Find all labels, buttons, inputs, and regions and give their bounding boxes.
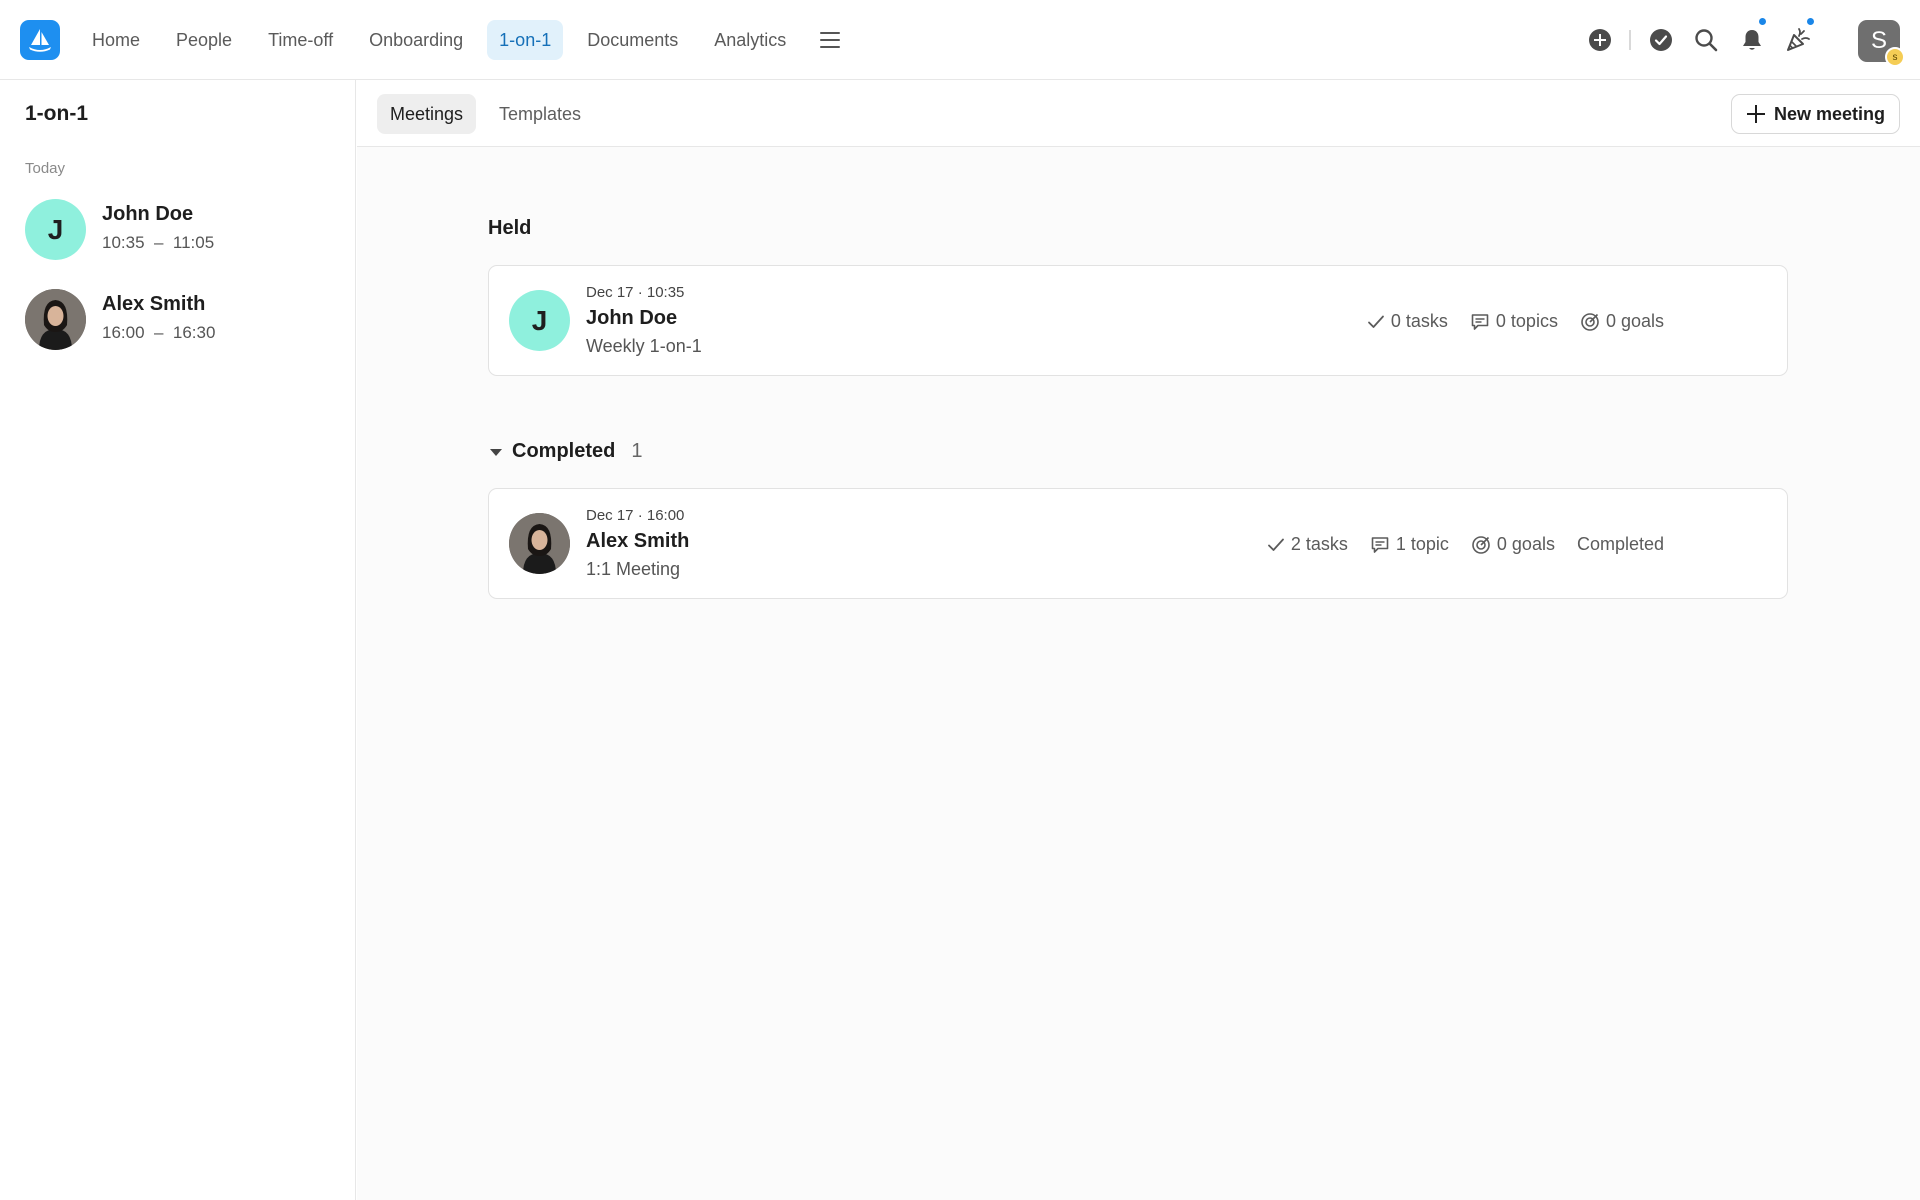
user-avatar[interactable]: S s xyxy=(1858,20,1905,67)
meeting-type: 1:1 Meeting xyxy=(586,559,681,579)
new-meeting-button[interactable]: New meeting xyxy=(1730,94,1900,134)
goals-stat: 0 goals xyxy=(1580,311,1664,332)
completed-section-toggle[interactable]: Completed 1 xyxy=(488,440,642,463)
nav-item-analytics[interactable]: Analytics xyxy=(702,20,798,60)
nav-item-documents[interactable]: Documents xyxy=(575,20,690,60)
goals-count: 0 goals xyxy=(1605,311,1664,331)
checkmark-icon xyxy=(1267,538,1284,551)
meeting-status: Completed xyxy=(1576,534,1664,554)
target-icon xyxy=(1581,312,1599,331)
notification-dot xyxy=(1805,16,1816,27)
avatar: J xyxy=(25,199,86,260)
tasks-stat: 2 tasks xyxy=(1267,534,1348,555)
nav-item-onboarding[interactable]: Onboarding xyxy=(357,20,475,60)
sub-tab-bar: Meetings Templates New meeting xyxy=(357,80,1920,147)
search-icon[interactable] xyxy=(1686,20,1726,60)
top-navigation-bar: Home People Time-off Onboarding 1-on-1 D… xyxy=(0,0,1920,80)
user-initial: S xyxy=(1870,27,1887,54)
comment-icon xyxy=(1471,313,1489,330)
topics-count: 1 topic xyxy=(1395,534,1449,554)
tasks-count: 2 tasks xyxy=(1290,534,1348,554)
avatar xyxy=(509,513,570,574)
topics-stat: 1 topic xyxy=(1370,534,1449,555)
sidebar-meeting-item[interactable]: Alex Smith 16:00 – 16:30 xyxy=(25,289,345,353)
meeting-stats: 0 tasks 0 topics 0 goals xyxy=(1367,266,1664,377)
meeting-person-name: Alex Smith xyxy=(586,530,690,552)
person-photo-icon xyxy=(509,513,570,574)
sidebar-title: 1-on-1 xyxy=(25,102,88,125)
app-logo-icon[interactable] xyxy=(20,20,60,60)
meeting-card[interactable]: Dec 17 · 16:00 Alex Smith 1:1 Meeting 2 … xyxy=(488,488,1788,599)
sidebar-meeting-time: 10:35 – 11:05 xyxy=(102,233,215,252)
plus-icon xyxy=(1746,105,1765,123)
meeting-date-time: Dec 17 · 10:35 xyxy=(586,284,685,301)
meeting-stats: 2 tasks 1 topic 0 goals Completed xyxy=(1267,489,1664,600)
goals-stat: 0 goals xyxy=(1471,534,1555,555)
target-icon xyxy=(1472,535,1490,554)
nav-item-time-off[interactable]: Time-off xyxy=(256,20,345,60)
sidebar-meeting-time: 16:00 – 16:30 xyxy=(102,323,216,342)
toolbar-divider xyxy=(1629,30,1631,50)
tab-templates[interactable]: Templates xyxy=(486,94,594,134)
meeting-card[interactable]: J Dec 17 · 10:35 John Doe Weekly 1-on-1 … xyxy=(488,265,1788,376)
sidebar-meeting-item[interactable]: J John Doe 10:35 – 11:05 xyxy=(25,199,345,263)
held-section-heading: Held xyxy=(488,217,532,239)
notification-dot xyxy=(1757,16,1768,27)
hamburger-menu-icon[interactable] xyxy=(810,20,850,60)
main-content: Meetings Templates New meeting Held J De… xyxy=(357,80,1920,1200)
comment-icon xyxy=(1371,536,1389,553)
user-status-badge: s xyxy=(1885,47,1905,67)
new-meeting-label: New meeting xyxy=(1773,103,1885,124)
sidebar-meeting-name: Alex Smith xyxy=(102,293,206,315)
meeting-date-time: Dec 17 · 16:00 xyxy=(586,507,685,524)
person-photo-icon xyxy=(25,289,86,350)
checkmark-icon xyxy=(1367,315,1384,328)
tasks-stat: 0 tasks xyxy=(1367,311,1448,332)
bell-icon[interactable] xyxy=(1732,16,1772,60)
caret-down-icon xyxy=(490,448,502,456)
goals-count: 0 goals xyxy=(1496,534,1555,554)
main-nav: Home People Time-off Onboarding 1-on-1 D… xyxy=(80,20,850,60)
avatar-initial: J xyxy=(47,213,64,245)
sidebar-meeting-name: John Doe xyxy=(102,203,194,225)
tab-meetings[interactable]: Meetings xyxy=(377,94,477,134)
avatar xyxy=(25,289,86,350)
meeting-type: Weekly 1-on-1 xyxy=(586,336,702,356)
topics-count: 0 topics xyxy=(1495,311,1558,331)
tasks-count: 0 tasks xyxy=(1390,311,1448,331)
topics-stat: 0 topics xyxy=(1470,311,1558,332)
nav-item-1-on-1[interactable]: 1-on-1 xyxy=(487,20,564,60)
nav-item-home[interactable]: Home xyxy=(80,20,152,60)
check-circle-icon[interactable] xyxy=(1641,20,1681,60)
avatar: J xyxy=(509,290,570,351)
nav-item-people[interactable]: People xyxy=(164,20,244,60)
avatar-initial: J xyxy=(531,304,548,336)
meeting-person-name: John Doe xyxy=(586,307,678,329)
top-right-actions: S s xyxy=(1580,16,1920,67)
party-popper-icon[interactable] xyxy=(1778,16,1818,60)
completed-section-heading: Completed xyxy=(512,440,616,462)
completed-count: 1 xyxy=(631,440,643,462)
sidebar-section-label: Today xyxy=(25,160,66,177)
add-circle-icon[interactable] xyxy=(1580,20,1620,60)
sidebar: 1-on-1 Today J John Doe 10:35 – 11:05 Al… xyxy=(0,80,356,1200)
